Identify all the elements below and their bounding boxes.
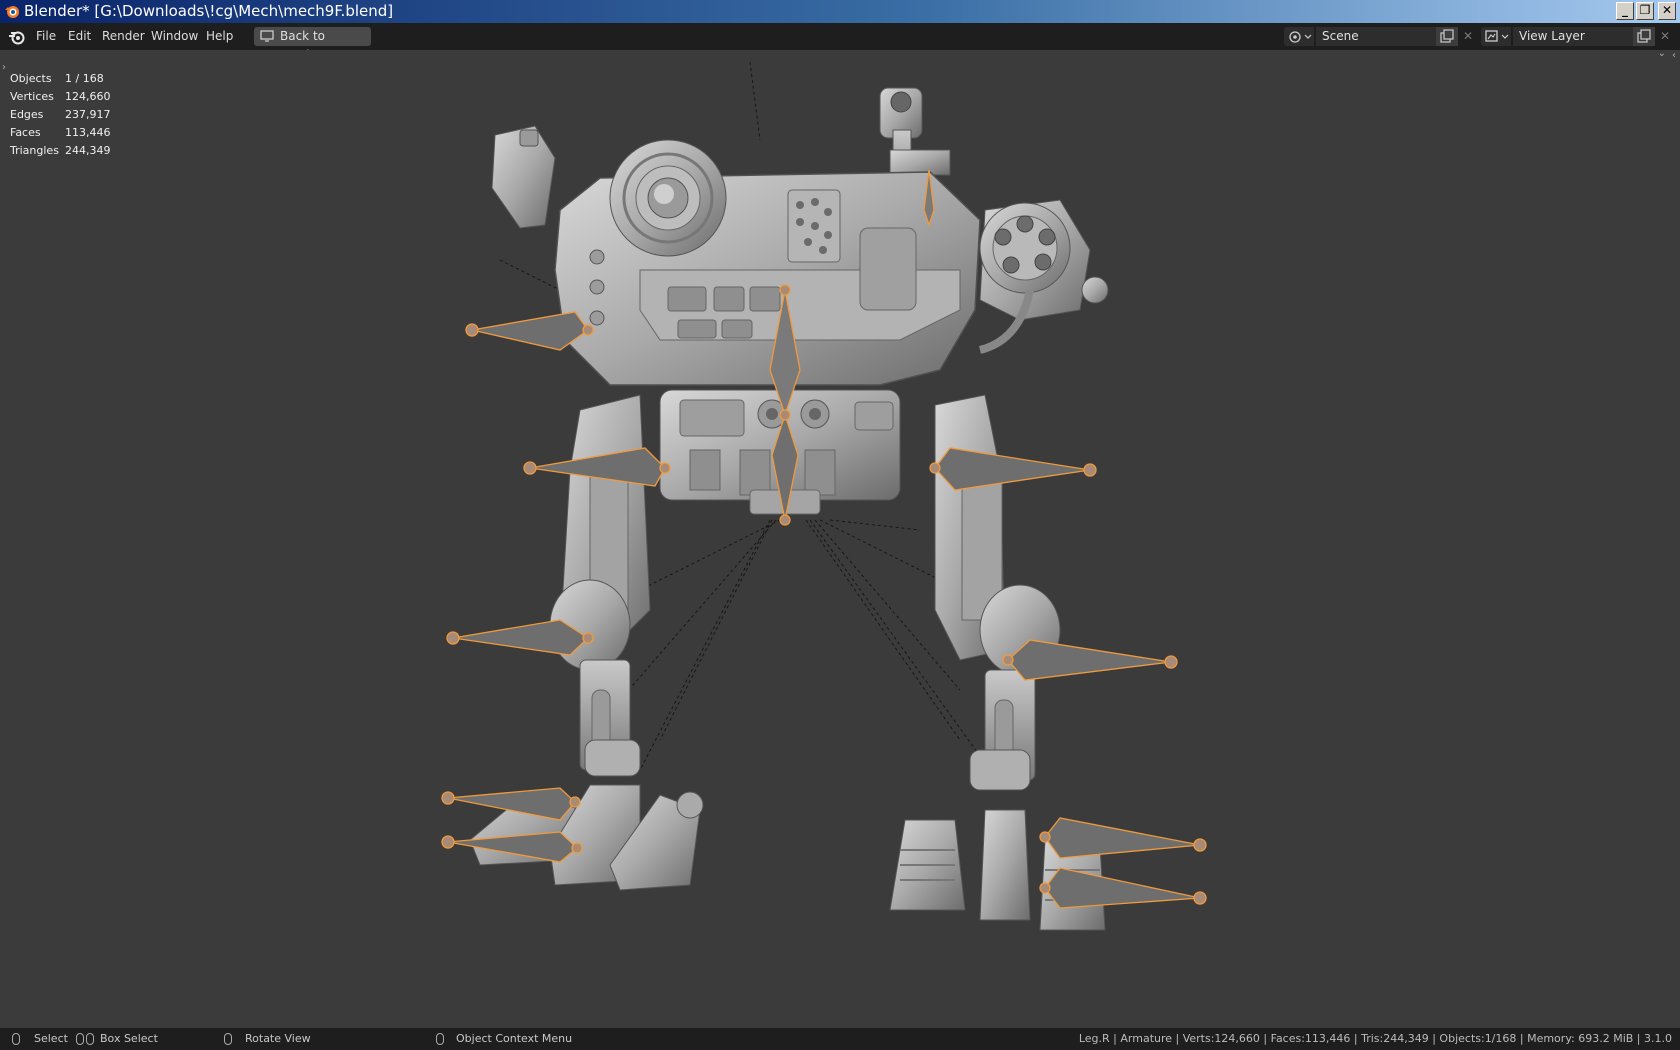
menu-file[interactable]: File	[30, 23, 62, 50]
blender-menu-icon[interactable]	[8, 28, 26, 46]
menu-window[interactable]: Window	[145, 23, 204, 50]
mech-model[interactable]	[0, 50, 1680, 1028]
mech-torso	[554, 139, 981, 386]
menu-edit[interactable]: Edit	[62, 23, 97, 50]
close-icon[interactable]: ✕	[1656, 27, 1674, 46]
view-layer-copy-button[interactable]	[1633, 27, 1655, 46]
scene-name-field[interactable]: Scene	[1316, 27, 1436, 46]
status-context-menu: Object Context Menu	[456, 1032, 573, 1045]
status-bar: Select Box Select Rotate View Object Con…	[0, 1028, 1680, 1050]
maximize-button[interactable]: ❐	[1636, 2, 1654, 20]
close-icon[interactable]: ✕	[1459, 27, 1477, 46]
close-button[interactable]: ✕	[1658, 2, 1676, 20]
mouse-left-icon	[12, 1033, 20, 1045]
right-gatling-gun	[978, 199, 1109, 354]
monitor-icon	[260, 30, 274, 42]
mouse-right-icon	[436, 1033, 444, 1045]
minimize-button[interactable]: _	[1616, 2, 1634, 20]
mouse-middle-icon	[224, 1033, 232, 1045]
copy-icon	[1440, 29, 1454, 43]
mouse-icon	[86, 1033, 94, 1045]
scene-icon	[1289, 31, 1312, 43]
window-title: Blender* [G:\Downloads\!cg\Mech\mech9F.b…	[24, 2, 394, 20]
left-shoulder	[491, 125, 556, 229]
mouse-drag-icon	[76, 1033, 84, 1045]
top-menu-bar: File Edit Render Window Help Back to Pre…	[0, 23, 1680, 62]
copy-icon	[1637, 29, 1651, 43]
status-scene-info: Leg.R | Armature | Verts:124,660 | Faces…	[1078, 1032, 1672, 1045]
view-layer-name-field[interactable]: View Layer	[1513, 27, 1633, 46]
menu-render[interactable]: Render	[96, 23, 151, 50]
menu-help[interactable]: Help	[200, 23, 239, 50]
blender-logo-icon	[5, 6, 19, 18]
3d-viewport[interactable]: › ‹ ⌄ Objects 1 / 168 Vertices 124,660 Edg…	[0, 48, 1680, 1028]
scene-type-button[interactable]	[1284, 27, 1314, 46]
view-layer-icon	[1485, 30, 1509, 42]
scene-copy-button[interactable]	[1436, 27, 1458, 46]
view-layer-type-button[interactable]	[1481, 27, 1511, 46]
status-select: Select	[34, 1032, 68, 1045]
window-title-bar: Blender* [G:\Downloads\!cg\Mech\mech9F.b…	[0, 0, 1680, 23]
status-box-select: Box Select	[100, 1032, 158, 1045]
status-rotate-view: Rotate View	[245, 1032, 311, 1045]
back-to-previous-button[interactable]: Back to Previous	[254, 27, 371, 62]
